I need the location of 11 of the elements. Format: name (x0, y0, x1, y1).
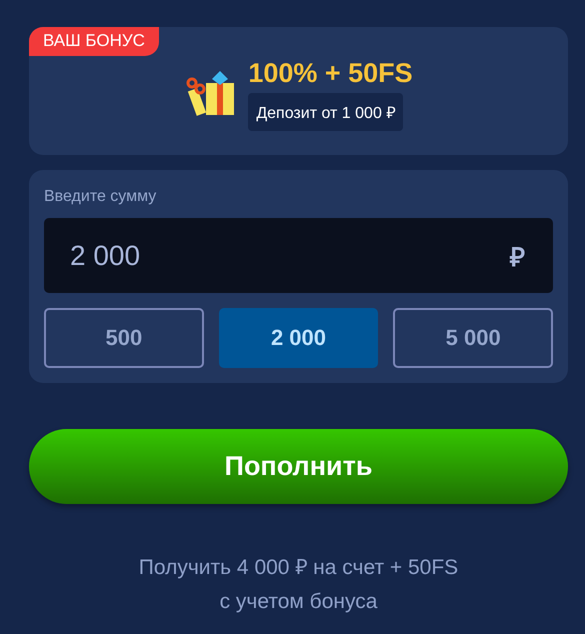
field-label: Введите сумму (44, 188, 158, 206)
preset-button[interactable]: 5 000 (393, 308, 553, 368)
preset-button[interactable]: 500 (44, 308, 204, 368)
deposit-condition: Депозит от 1 000 ₽ (248, 92, 404, 130)
preset-button[interactable]: 2 000 (218, 308, 378, 368)
bonus-note: Получить 4 000 ₽ на счет + 50FS (138, 555, 458, 580)
bonus-title: 100% + 50FS (248, 58, 413, 88)
deposit-button[interactable]: Пополнить (29, 429, 568, 504)
amount-field[interactable]: 2 000 ₽ (44, 218, 553, 293)
bonus-badge: ВАШ БОНУС (29, 27, 159, 56)
bonus-note: с учетом бонуса (220, 590, 378, 614)
